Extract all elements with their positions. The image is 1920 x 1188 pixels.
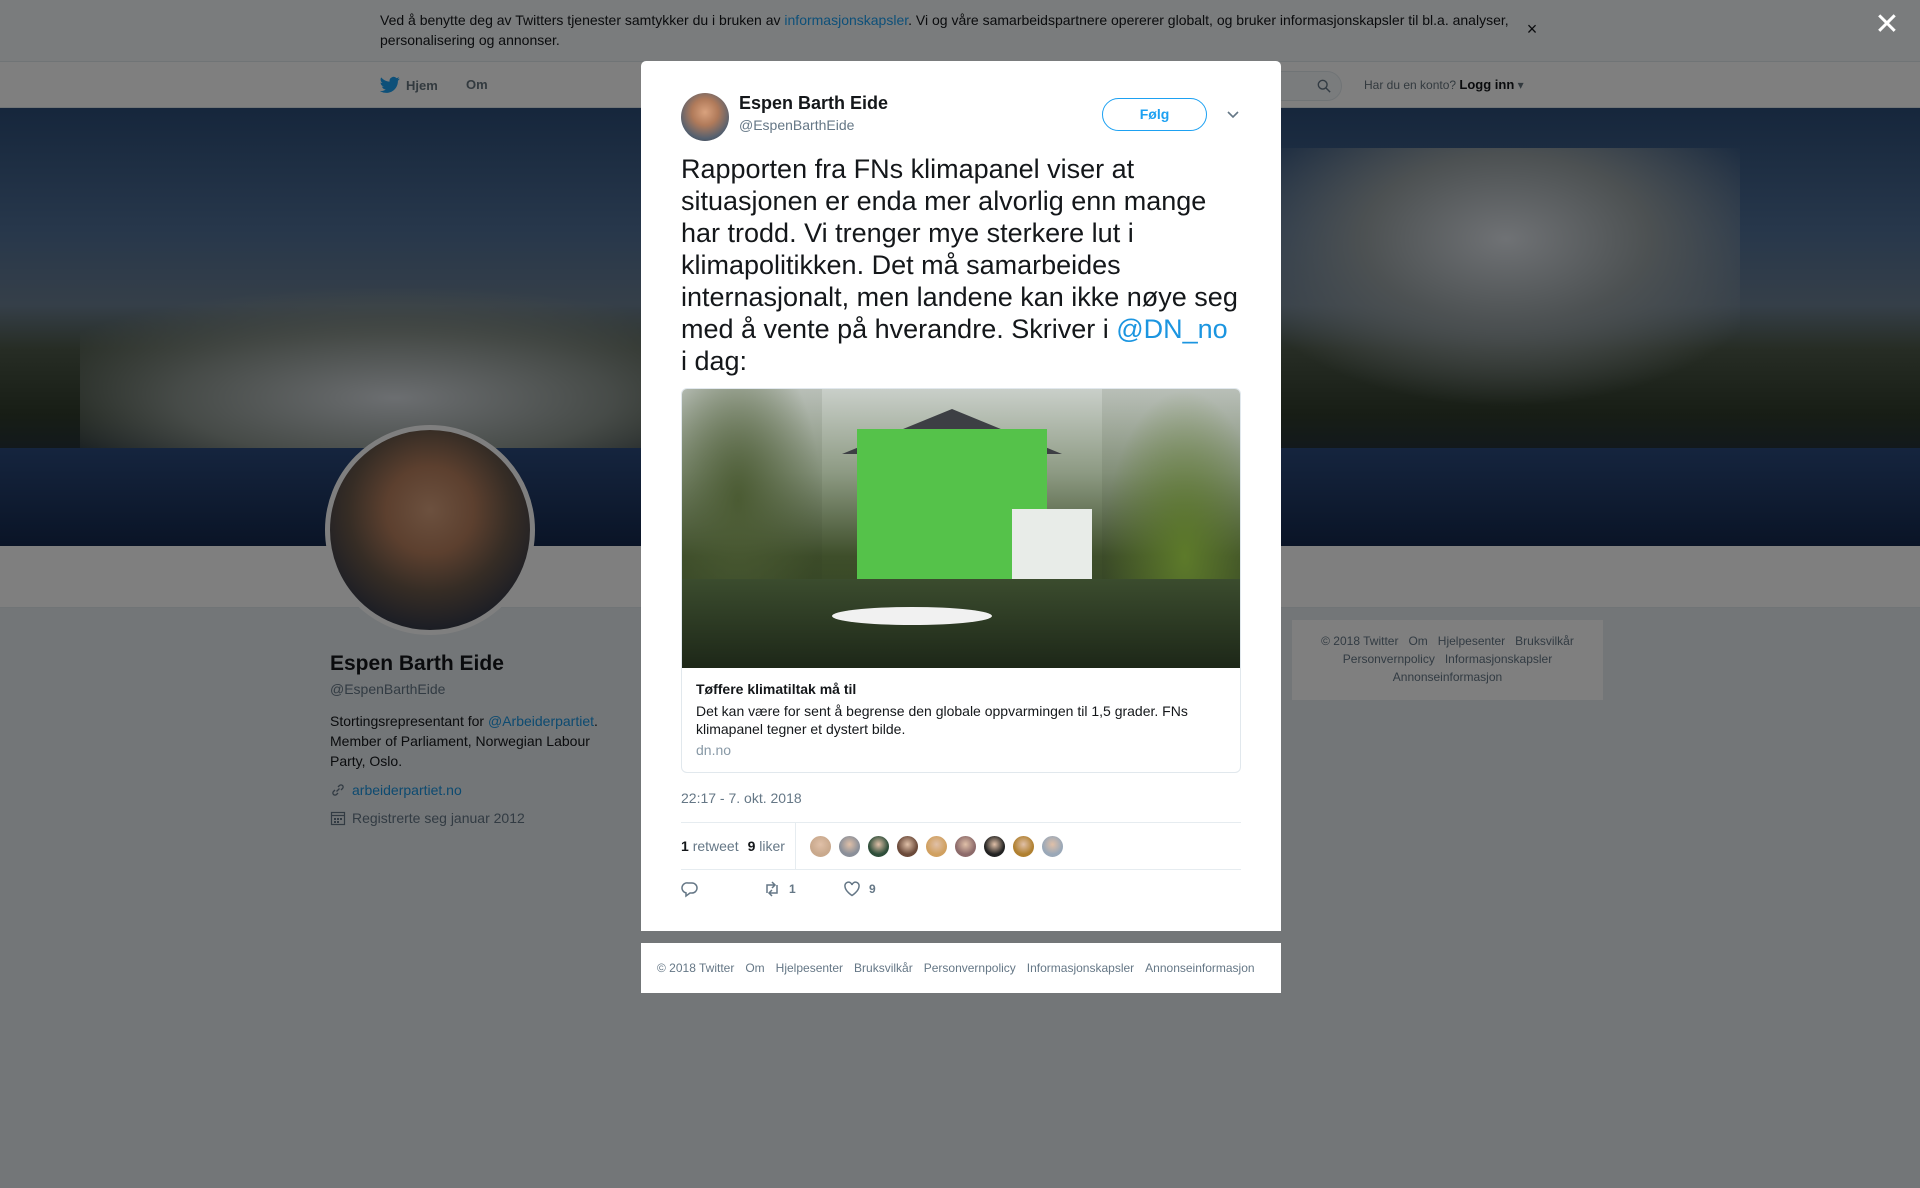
modal-footer-privacy[interactable]: Personvernpolicy	[924, 961, 1016, 975]
like-count-link[interactable]: 9 liker	[748, 823, 785, 869]
modal-footer: © 2018 Twitter Om Hjelpesenter Bruksvilkår P…	[641, 943, 1281, 993]
modal-footer-help[interactable]: Hjelpesenter	[776, 961, 843, 975]
liker-avatar[interactable]	[925, 835, 948, 858]
retweet-count: 1	[681, 838, 689, 854]
card-image-porch	[1012, 509, 1092, 579]
tweet-timestamp[interactable]: 22:17 - 7. okt. 2018	[681, 790, 802, 806]
like-count-label: liker	[759, 838, 785, 854]
tweet-stats: 1 retweet 9 liker	[681, 822, 1241, 870]
liker-avatar[interactable]	[1041, 835, 1064, 858]
tweet-mention-link[interactable]: @DN_no	[1116, 314, 1227, 344]
liker-avatar[interactable]	[809, 835, 832, 858]
modal-footer-about[interactable]: Om	[745, 961, 764, 975]
tweet-modal: Espen Barth Eide @EspenBarthEide Følg Ra…	[641, 61, 1281, 931]
tweet-text: Rapporten fra FNs klimapanel viser at si…	[681, 153, 1241, 377]
reply-icon	[681, 882, 698, 898]
tweet-author-handle[interactable]: @EspenBarthEide	[739, 117, 854, 133]
card-image-water	[682, 579, 1240, 668]
liker-avatar[interactable]	[983, 835, 1006, 858]
liker-avatar[interactable]	[867, 835, 890, 858]
reply-button[interactable]	[681, 880, 699, 898]
follow-button[interactable]: Følg	[1102, 98, 1207, 131]
tweet-text-end: i dag:	[681, 346, 748, 376]
retweet-action-count: 1	[789, 882, 796, 896]
like-button[interactable]: 9	[843, 880, 876, 898]
link-preview-card[interactable]: Tøffere klimatiltak må til Det kan være …	[681, 388, 1241, 773]
liker-avatar[interactable]	[1012, 835, 1035, 858]
liker-avatars	[809, 835, 1064, 858]
card-description: Det kan være for sent å begrense den glo…	[696, 703, 1188, 737]
liker-avatar[interactable]	[838, 835, 861, 858]
tweet-counts: 1 retweet 9 liker	[681, 823, 796, 869]
liker-avatar[interactable]	[954, 835, 977, 858]
card-domain: dn.no	[696, 742, 732, 758]
modal-footer-terms[interactable]: Bruksvilkår	[854, 961, 913, 975]
tweet-author-name[interactable]: Espen Barth Eide	[739, 93, 888, 114]
modal-footer-copyright: © 2018 Twitter	[657, 961, 735, 975]
liker-avatar[interactable]	[896, 835, 919, 858]
retweet-icon	[766, 881, 778, 897]
like-count: 9	[747, 838, 756, 854]
retweet-count-link[interactable]: 1 retweet	[681, 823, 739, 869]
retweet-button[interactable]: 1	[763, 880, 796, 898]
card-title[interactable]: Tøffere klimatiltak må til	[696, 681, 856, 697]
heart-icon	[844, 881, 860, 897]
like-action-count: 9	[869, 882, 876, 896]
close-modal-icon[interactable]: ✕	[1872, 10, 1902, 40]
tweet-author-avatar[interactable]	[681, 93, 729, 141]
retweet-count-label: retweet	[692, 838, 739, 854]
tweet-actions: 1 9	[681, 880, 1241, 910]
modal-footer-ads[interactable]: Annonseinformasjon	[1145, 961, 1254, 975]
card-image-kayak	[832, 607, 992, 625]
card-image[interactable]	[682, 389, 1240, 668]
chevron-down-icon[interactable]	[1225, 106, 1241, 122]
modal-footer-cookies[interactable]: Informasjonskapsler	[1027, 961, 1134, 975]
